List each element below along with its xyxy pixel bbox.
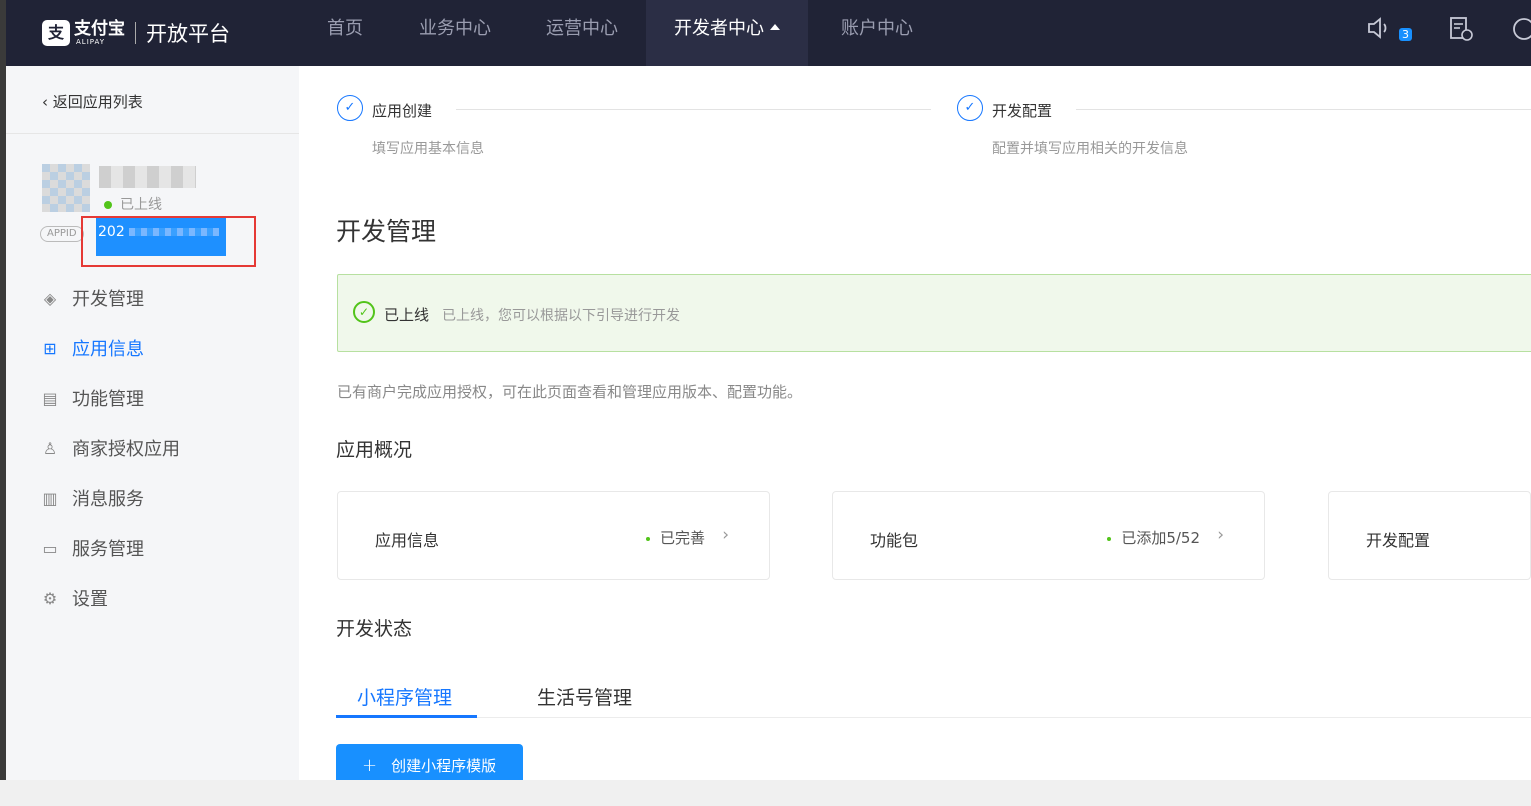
back-label: 返回应用列表 — [52, 93, 143, 111]
status-dot-icon — [104, 201, 112, 209]
check-icon: ✓ — [337, 95, 363, 121]
card-status: 已完善 — [645, 527, 705, 548]
gear-icon: ⚙ — [42, 588, 58, 608]
step-title-dev-config: 开发配置 — [992, 102, 1053, 120]
sidebar-item-dev-management[interactable]: ◈ 开发管理 — [40, 286, 144, 311]
sidebar-item-merchant-auth[interactable]: ♙ 商家授权应用 — [40, 436, 180, 461]
sidebar-item-label: 开发管理 — [72, 289, 144, 310]
tab-life-account[interactable]: 生活号管理 — [537, 683, 632, 710]
speaker-icon — [1366, 17, 1399, 46]
sidebar: ‹ 返回应用列表 已上线 APPID 202 ◈ 开发管理 ⊞ 应用信息 ▤ 功能管理… — [6, 66, 299, 806]
status-dot-icon — [645, 536, 650, 541]
window-bottom-edge — [0, 780, 1531, 806]
notification-button[interactable]: 3 — [1366, 16, 1412, 42]
active-tab-indicator — [336, 715, 477, 718]
highlight-box — [81, 216, 256, 267]
step-desc-app-create: 填写应用基本信息 — [372, 141, 484, 157]
app-status-label: 已上线 — [120, 197, 162, 213]
chevron-right-icon: › — [1217, 525, 1224, 545]
chart-icon: ▥ — [42, 488, 58, 508]
logo-text: 支付宝 — [74, 19, 125, 39]
step-title-app-create: 应用创建 — [372, 102, 433, 120]
nav-business-center[interactable]: 业务中心 — [419, 0, 491, 66]
dev-status-title: 开发状态 — [336, 618, 413, 640]
back-to-app-list-link[interactable]: ‹ 返回应用列表 — [42, 91, 143, 112]
sidebar-item-label: 设置 — [72, 589, 108, 610]
step-connector — [1076, 109, 1531, 110]
logo-divider — [135, 22, 136, 44]
alert-description: 已上线，您可以根据以下引导进行开发 — [442, 308, 680, 324]
user-icon: ♙ — [42, 438, 58, 458]
chevron-left-icon: ‹ — [42, 93, 53, 111]
sidebar-item-settings[interactable]: ⚙ 设置 — [40, 586, 108, 611]
sidebar-item-app-info[interactable]: ⊞ 应用信息 — [40, 336, 144, 361]
status-alert: ✓ 已上线 已上线，您可以根据以下引导进行开发 — [337, 274, 1531, 352]
check-icon: ✓ — [957, 95, 983, 121]
card-title: 开发配置 — [1366, 531, 1431, 550]
layers-icon: ◈ — [43, 288, 57, 308]
alipay-logo[interactable]: 支 支付宝 ALIPAY 开放平台 — [42, 16, 230, 50]
nav-account-center[interactable]: 账户中心 — [841, 0, 913, 66]
alert-title: 已上线 — [384, 306, 430, 324]
page-title: 开发管理 — [336, 217, 437, 246]
step-desc-dev-config: 配置并填写应用相关的开发信息 — [992, 141, 1188, 157]
document-clock-icon[interactable] — [1448, 16, 1474, 42]
overview-title: 应用概况 — [336, 439, 413, 461]
sidebar-item-message-service[interactable]: ▥ 消息服务 — [40, 486, 144, 511]
sidebar-item-label: 服务管理 — [72, 539, 144, 560]
main-content: ✓ 应用创建 填写应用基本信息 ✓ 开发配置 配置并填写应用相关的开发信息 开发… — [299, 66, 1531, 806]
logo-subtext: ALIPAY — [76, 38, 106, 46]
create-button-label: 创建小程序模版 — [391, 757, 497, 775]
top-navigation-bar: 支 支付宝 ALIPAY 开放平台 首页 业务中心 运营中心 开发者中心 账户中… — [6, 0, 1531, 66]
help-icon[interactable] — [1511, 16, 1531, 42]
card-status: 已添加5/52 — [1107, 527, 1200, 548]
notification-count-badge: 3 — [1399, 28, 1412, 41]
overview-card-feature-pack[interactable]: 功能包 已添加5/52 › — [832, 491, 1265, 580]
status-dot-icon — [1107, 536, 1112, 541]
app-status: 已上线 — [104, 194, 162, 214]
check-circle-icon: ✓ — [353, 301, 375, 323]
sidebar-item-label: 消息服务 — [72, 489, 144, 510]
step-connector — [456, 109, 931, 110]
app-name-blurred — [99, 166, 196, 188]
nav-developer-center[interactable]: 开发者中心 — [646, 0, 808, 66]
card-title: 功能包 — [870, 531, 919, 550]
platform-title: 开放平台 — [146, 22, 230, 46]
caret-up-icon — [770, 24, 780, 30]
card-icon: ▭ — [42, 538, 58, 558]
tabs-baseline — [336, 717, 1531, 718]
sidebar-item-feature-management[interactable]: ▤ 功能管理 — [40, 386, 144, 411]
tab-mini-program[interactable]: 小程序管理 — [357, 683, 452, 710]
list-icon: ▤ — [42, 388, 58, 408]
sidebar-item-label: 应用信息 — [72, 339, 144, 360]
plus-icon: + — [362, 755, 378, 776]
grid-icon: ⊞ — [43, 338, 57, 358]
sidebar-divider — [6, 133, 299, 134]
alipay-logo-icon: 支 — [42, 20, 70, 46]
overview-card-dev-config[interactable]: 开发配置 — [1328, 491, 1531, 580]
nav-operations-center[interactable]: 运营中心 — [546, 0, 618, 66]
overview-card-app-info[interactable]: 应用信息 已完善 › — [337, 491, 770, 580]
nav-home[interactable]: 首页 — [327, 0, 363, 66]
sidebar-item-label: 商家授权应用 — [72, 439, 180, 460]
app-avatar — [42, 164, 90, 212]
card-status-label: 已添加5/52 — [1121, 529, 1200, 547]
card-title: 应用信息 — [375, 531, 440, 550]
chevron-right-icon: › — [722, 525, 729, 545]
card-status-label: 已完善 — [659, 529, 705, 547]
info-text: 已有商户完成应用授权，可在此页面查看和管理应用版本、配置功能。 — [337, 383, 803, 401]
appid-tag: APPID — [40, 226, 84, 242]
sidebar-item-label: 功能管理 — [72, 389, 144, 410]
nav-developer-center-label: 开发者中心 — [674, 18, 764, 39]
sidebar-item-service-management[interactable]: ▭ 服务管理 — [40, 536, 144, 561]
